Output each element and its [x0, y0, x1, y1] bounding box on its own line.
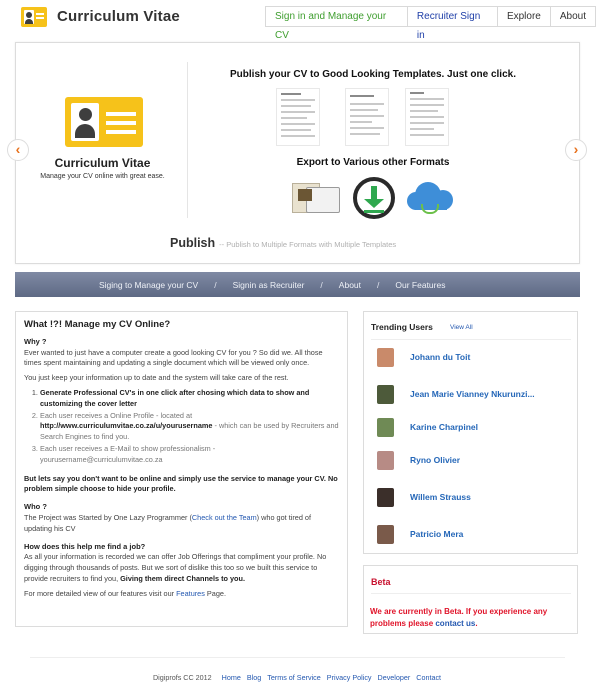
cv-big-logo-icon: [65, 97, 143, 147]
footer-blog-link[interactable]: Blog: [247, 673, 261, 682]
recruiter-signin-link[interactable]: Recruiter Sign in: [406, 7, 497, 41]
trending-user-row[interactable]: Willem Strauss: [377, 488, 573, 514]
cv-logo-icon[interactable]: [21, 7, 47, 27]
trending-user-name[interactable]: Willem Strauss: [410, 492, 471, 502]
avatar[interactable]: [377, 348, 394, 367]
trending-user-row[interactable]: Patricio Mera: [377, 525, 573, 551]
trending-user-name[interactable]: Karine Charpinel: [410, 422, 478, 432]
footer-home-link[interactable]: Home: [222, 673, 241, 682]
trending-user-name[interactable]: Ryno Olivier: [410, 455, 460, 465]
list-item: Generate Professional CV's in one click …: [40, 388, 339, 410]
trending-user-name[interactable]: Jean Marie Vianney Nkurunzi...: [410, 389, 535, 399]
slide-caption: Publish -- Publish to Multiple Formats wi…: [170, 236, 396, 250]
slide-caption-title: Publish: [170, 236, 216, 250]
nav-about[interactable]: About: [339, 280, 361, 290]
download-icon: [353, 177, 395, 219]
document-export-icon: [292, 181, 342, 215]
why-text-1: Ever wanted to just have a computer crea…: [24, 347, 323, 368]
template-thumbnail: [405, 88, 449, 146]
feature-list: Generate Professional CV's in one click …: [40, 388, 339, 466]
template-thumbnail: [276, 88, 320, 146]
trending-title: Trending Users: [371, 322, 433, 332]
footer-contact-link[interactable]: Contact: [416, 673, 441, 682]
why-heading: Why ?: [24, 336, 47, 346]
offline-text: But lets say you don't want to be online…: [24, 473, 338, 494]
who-heading: Who ?: [24, 502, 47, 512]
avatar[interactable]: [377, 385, 394, 404]
who-text: The Project was Started by One Lazy Prog…: [24, 512, 312, 533]
footer-developer-link[interactable]: Developer: [378, 673, 411, 682]
trending-user-row[interactable]: Ryno Olivier: [377, 451, 573, 477]
view-all-link[interactable]: View All: [450, 324, 473, 331]
trending-user-name[interactable]: Johann du Toit: [410, 352, 470, 362]
team-link[interactable]: Check out the Team: [192, 513, 257, 522]
why-text-2: You just keep your information up to dat…: [24, 373, 289, 383]
contact-us-link[interactable]: contact us: [435, 619, 475, 628]
slide-logo-title: Curriculum Vitae: [54, 156, 151, 170]
trending-user-row[interactable]: Karine Charpinel: [377, 418, 573, 444]
header: Curriculum Vitae Sign in and Manage your…: [0, 0, 596, 41]
features-link[interactable]: Features: [176, 589, 205, 598]
copyright: Digiprofs CC 2012: [152, 673, 212, 682]
list-item: Each user receives a E-Mail to show prof…: [40, 444, 339, 466]
avatar[interactable]: [377, 525, 394, 544]
slide-caption-text: -- Publish to Multiple Formats with Mult…: [219, 240, 397, 249]
trending-users-panel: Trending Users View All Johann du Toit Je…: [363, 311, 578, 554]
nav-recruiter[interactable]: Signin as Recruiter: [233, 280, 305, 290]
more-text: For more detailed view of our features v…: [24, 588, 226, 598]
cloud-icon: [407, 180, 453, 216]
how-heading: How does this help me find a job?: [24, 541, 146, 551]
nav-separator: /: [214, 279, 217, 290]
beta-text: We are currently in Beta. If you experie…: [370, 607, 548, 628]
explore-link[interactable]: Explore: [496, 7, 550, 26]
about-panel: What !?! Manage my CV Online? Why ? Ever…: [15, 311, 348, 627]
about-title: What !?! Manage my CV Online?: [24, 319, 171, 330]
trending-user-name[interactable]: Patricio Mera: [410, 529, 463, 539]
top-nav: Sign in and Manage your CV Recruiter Sig…: [265, 6, 596, 41]
slider-next-icon[interactable]: ›: [565, 139, 587, 161]
slide-logo-subtitle: Manage your CV online with great ease.: [40, 173, 165, 180]
brand-name[interactable]: Curriculum Vitae: [57, 8, 180, 25]
beta-panel: Beta We are currently in Beta. If you ex…: [363, 565, 578, 634]
about-link[interactable]: About: [549, 7, 595, 26]
profile-url: http://www.curriculumvitae.co.za/u/youru…: [40, 421, 213, 431]
nav-separator: /: [320, 279, 323, 290]
template-thumbnail: [345, 88, 389, 146]
footer: Digiprofs CC 2012 Home Blog Terms of Ser…: [0, 673, 596, 682]
nav-features[interactable]: Our Features: [395, 280, 445, 290]
beta-title: Beta: [371, 577, 391, 587]
secondary-nav: Siging to Manage your CV / Signin as Rec…: [15, 272, 580, 297]
slide-divider: [187, 62, 188, 218]
avatar[interactable]: [377, 451, 394, 470]
footer-divider: [30, 657, 565, 658]
avatar[interactable]: [377, 488, 394, 507]
slider-prev-icon[interactable]: ‹: [7, 139, 29, 161]
avatar[interactable]: [377, 418, 394, 437]
export-heading: Export to Various other Formats: [296, 157, 450, 168]
footer-privacy-link[interactable]: Privacy Policy: [327, 673, 372, 682]
nav-manage-cv[interactable]: Siging to Manage your CV: [99, 280, 198, 290]
trending-user-row[interactable]: Johann du Toit: [377, 348, 573, 374]
how-text: As all your information is recorded we c…: [24, 552, 327, 583]
signin-manage-cv-link[interactable]: Sign in and Manage your CV: [266, 7, 407, 41]
nav-separator: /: [377, 279, 380, 290]
footer-terms-link[interactable]: Terms of Service: [267, 673, 321, 682]
publish-heading: Publish your CV to Good Looking Template…: [230, 69, 516, 80]
trending-user-row[interactable]: Jean Marie Vianney Nkurunzi...: [377, 385, 573, 411]
list-item: Each user receives a Online Profile - lo…: [40, 411, 339, 443]
